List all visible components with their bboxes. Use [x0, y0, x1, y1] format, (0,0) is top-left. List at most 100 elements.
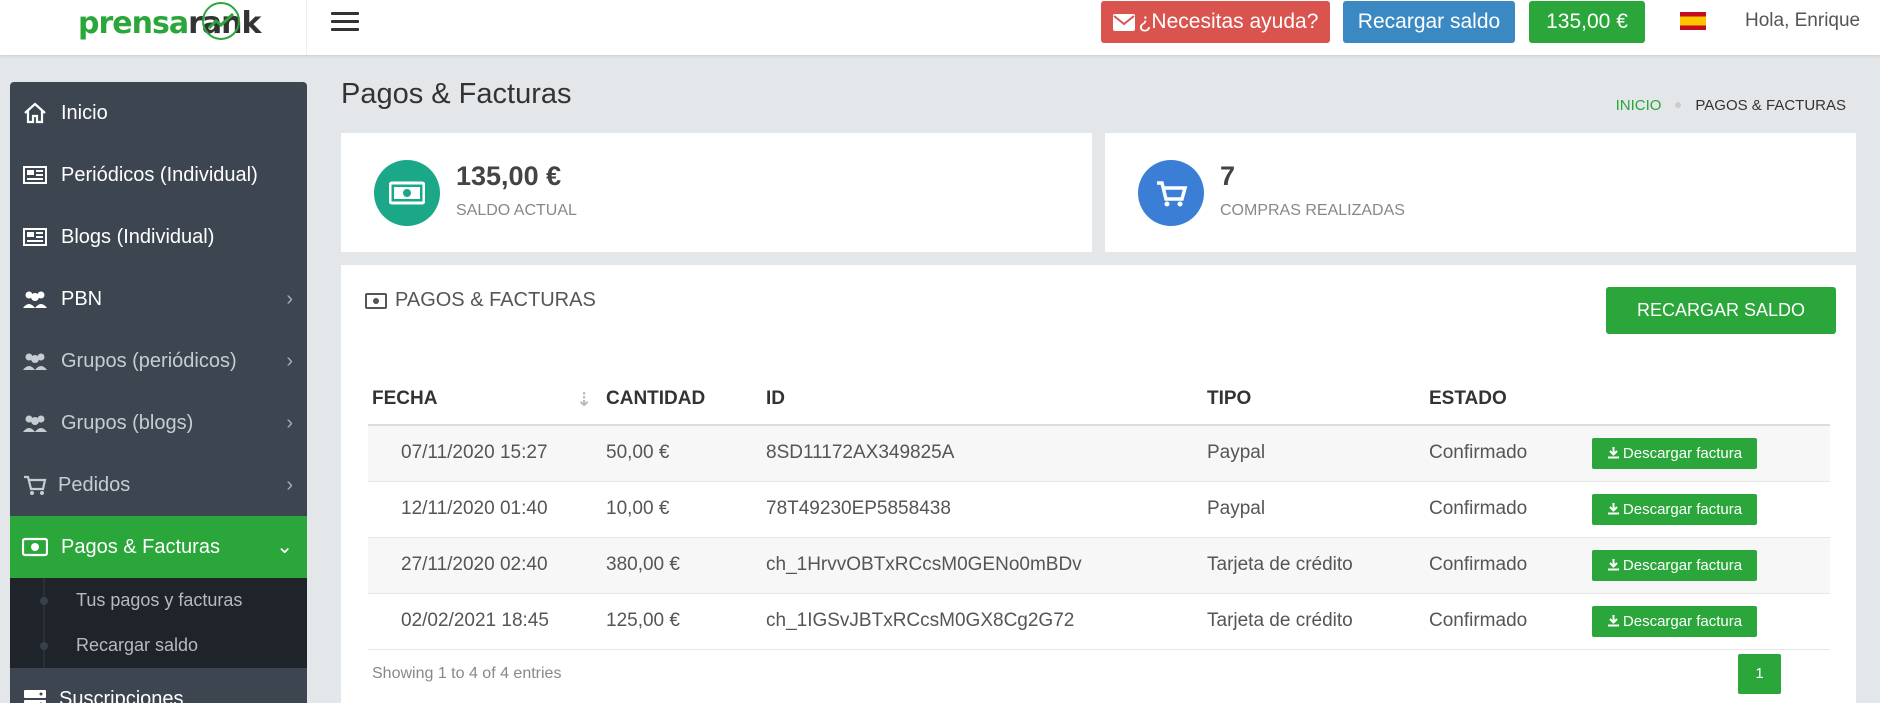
- sidebar-item-pbn[interactable]: PBN ›: [10, 268, 307, 330]
- sidebar: Inicio Periódicos (Individual) Blogs (In…: [10, 82, 307, 703]
- table-row: 07/11/2020 15:27 50,00 € 8SD11172AX34982…: [368, 425, 1830, 482]
- breadcrumb-separator: [1675, 102, 1682, 108]
- purchases-stat-value: 7: [1220, 161, 1236, 191]
- cell-fecha: 07/11/2020 15:27: [368, 425, 602, 482]
- sidebar-item-grupos-periodicos[interactable]: Grupos (periódicos) ›: [10, 330, 307, 392]
- sidebar-item-label: Periódicos (Individual): [61, 164, 258, 186]
- breadcrumb-home[interactable]: INICIO: [1616, 97, 1662, 114]
- cell-estado: Confirmado: [1425, 425, 1588, 482]
- column-header-estado[interactable]: ESTADO: [1425, 373, 1588, 426]
- cell-id: 78T49230EP5858438: [762, 481, 1203, 538]
- recharge-balance-top-button[interactable]: Recargar saldo: [1343, 1, 1515, 43]
- cell-fecha: 12/11/2020 01:40: [368, 481, 602, 538]
- sidebar-item-label: Inicio: [61, 102, 108, 124]
- help-button[interactable]: ¿Necesitas ayuda?: [1101, 1, 1330, 43]
- sidebar-item-label: Blogs (Individual): [61, 226, 215, 248]
- download-invoice-label: Descargar factura: [1622, 556, 1743, 574]
- page-title: Pagos & Facturas: [341, 78, 572, 110]
- download-icon: [1607, 446, 1619, 459]
- cell-id: ch_1HrvvOBTxRCcsM0GENo0mBDv: [762, 537, 1203, 594]
- column-header-fecha[interactable]: FECHA ⇣: [368, 373, 602, 426]
- purchases-stat-card: 7 COMPRAS REALIZADAS: [1105, 133, 1856, 252]
- users-icon: [23, 353, 47, 370]
- column-header-label: CANTIDAD: [606, 387, 706, 409]
- cell-tipo: Paypal: [1203, 425, 1425, 482]
- server-icon: [24, 690, 46, 703]
- money-icon: [365, 293, 387, 309]
- balance-stat-label: SALDO ACTUAL: [456, 202, 577, 219]
- chevron-right-icon: ›: [286, 412, 293, 434]
- download-invoice-label: Descargar factura: [1622, 444, 1743, 462]
- spain-flag-icon[interactable]: [1680, 12, 1706, 30]
- sidebar-item-label: PBN: [61, 288, 103, 310]
- cell-cantidad: 125,00 €: [602, 593, 762, 650]
- payments-panel: PAGOS & FACTURAS RECARGAR SALDO FECHA ⇣ C…: [341, 265, 1856, 703]
- sidebar-item-pagos-facturas[interactable]: Pagos & Facturas ⌄: [10, 516, 307, 578]
- balance-button[interactable]: 135,00 €: [1529, 1, 1645, 43]
- breadcrumb-current: PAGOS & FACTURAS: [1695, 97, 1846, 114]
- cell-cantidad: 380,00 €: [602, 537, 762, 594]
- newspaper-icon: [23, 228, 47, 246]
- column-header-actions: [1588, 373, 1830, 426]
- cell-actions: Descargar factura: [1588, 481, 1830, 538]
- chevron-right-icon: ›: [286, 288, 293, 310]
- envelope-icon: [1112, 14, 1135, 31]
- sidebar-item-inicio[interactable]: Inicio: [10, 82, 307, 144]
- cell-fecha: 02/02/2021 18:45: [368, 593, 602, 650]
- cell-actions: Descargar factura: [1588, 537, 1830, 594]
- sidebar-item-pedidos[interactable]: Pedidos ›: [10, 454, 307, 516]
- help-button-label: ¿Necesitas ayuda?: [1138, 10, 1319, 33]
- purchases-stat-label: COMPRAS REALIZADAS: [1220, 202, 1405, 219]
- balance-stat-value: 135,00 €: [456, 161, 562, 191]
- users-icon: [23, 291, 47, 308]
- sidebar-item-label: Grupos (periódicos): [61, 350, 237, 372]
- sidebar-item-suscripciones[interactable]: Suscripciones: [10, 668, 307, 703]
- download-invoice-label: Descargar factura: [1622, 500, 1743, 518]
- user-greeting[interactable]: Hola, Enrique: [1745, 10, 1860, 32]
- sidebar-item-blogs[interactable]: Blogs (Individual): [10, 206, 307, 268]
- cell-actions: Descargar factura: [1588, 425, 1830, 482]
- column-header-label: FECHA: [372, 387, 438, 409]
- purchases-stat-icon-circle: [1138, 160, 1204, 226]
- recharge-balance-button[interactable]: RECARGAR SALDO: [1606, 287, 1836, 334]
- column-header-cantidad[interactable]: CANTIDAD: [602, 373, 762, 426]
- table-info: Showing 1 to 4 of 4 entries: [372, 665, 562, 682]
- cell-estado: Confirmado: [1425, 593, 1588, 650]
- download-icon: [1607, 558, 1619, 570]
- column-header-tipo[interactable]: TIPO: [1203, 373, 1425, 426]
- download-invoice-button[interactable]: Descargar factura: [1592, 437, 1757, 469]
- sidebar-item-periodicos[interactable]: Periódicos (Individual): [10, 144, 307, 206]
- download-invoice-button[interactable]: Descargar factura: [1592, 493, 1757, 525]
- top-bar: prensarank ¿Necesitas ayuda? Recargar sa…: [0, 0, 1880, 55]
- balance-stat-card: 135,00 € SALDO ACTUAL: [341, 133, 1092, 252]
- breadcrumb: INICIO PAGOS & FACTURAS: [1616, 97, 1846, 114]
- sidebar-item-grupos-blogs[interactable]: Grupos (blogs) ›: [10, 392, 307, 454]
- sidebar-item-label: Pagos & Facturas: [61, 536, 220, 558]
- pagination-page-1[interactable]: 1: [1738, 654, 1781, 694]
- menu-toggle-icon[interactable]: [331, 12, 359, 32]
- cart-icon: [1157, 181, 1188, 207]
- download-icon: [1607, 502, 1619, 514]
- sidebar-item-label: Grupos (blogs): [61, 412, 194, 434]
- sidebar-item-label: Pedidos: [58, 474, 131, 496]
- cell-cantidad: 50,00 €: [602, 425, 762, 482]
- logo-chart-icon: [202, 2, 240, 40]
- cell-estado: Confirmado: [1425, 537, 1588, 594]
- panel-title-label: PAGOS & FACTURAS: [395, 289, 596, 311]
- cell-id: 8SD11172AX349825A: [762, 425, 1203, 482]
- cell-tipo: Tarjeta de crédito: [1203, 537, 1425, 594]
- download-invoice-button[interactable]: Descargar factura: [1592, 605, 1757, 637]
- cell-id: ch_1IGSvJBTxRCcsM0GX8Cg2G72: [762, 593, 1203, 650]
- download-invoice-button[interactable]: Descargar factura: [1592, 549, 1757, 581]
- users-icon: [23, 415, 47, 432]
- cell-estado: Confirmado: [1425, 481, 1588, 538]
- cart-icon: [24, 475, 47, 495]
- sort-desc-icon: ⇣: [576, 390, 592, 411]
- sidebar-item-label: Suscripciones: [59, 688, 184, 703]
- logo-area: prensarank: [0, 0, 307, 55]
- chevron-down-icon: ⌄: [276, 536, 293, 558]
- table-header-row: FECHA ⇣ CANTIDAD ID TIPO ESTADO: [368, 373, 1830, 426]
- submenu-item-tus-pagos[interactable]: Tus pagos y facturas: [10, 578, 307, 623]
- submenu-item-recargar-saldo[interactable]: Recargar saldo: [10, 623, 307, 668]
- column-header-id[interactable]: ID: [762, 373, 1203, 426]
